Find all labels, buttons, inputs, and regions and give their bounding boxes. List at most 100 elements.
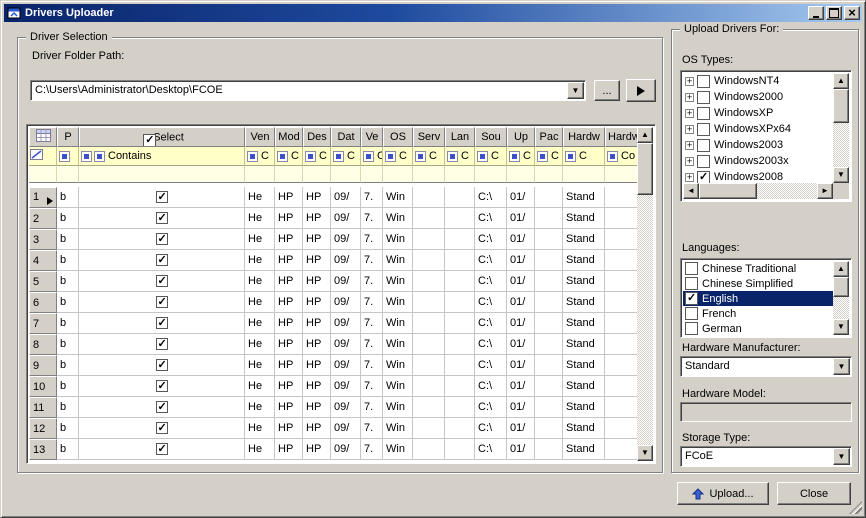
hardware-model-field[interactable] [680, 402, 852, 422]
row-header[interactable]: 9 [29, 355, 57, 376]
cell-sou[interactable]: C:\ [475, 376, 507, 397]
cell-des[interactable]: HP [303, 229, 331, 250]
cell-ven[interactable]: He [245, 418, 275, 439]
language-checkbox[interactable] [685, 322, 698, 335]
cell-ven[interactable]: He [245, 229, 275, 250]
column-header-hardw-2[interactable]: Hardw [605, 127, 638, 147]
cell-pac[interactable] [535, 292, 563, 313]
storage-type-combobox[interactable]: FCoE ▼ [680, 446, 852, 467]
cell-des[interactable]: HP [303, 250, 331, 271]
title-bar[interactable]: Drivers Uploader [4, 4, 862, 22]
cell-os[interactable]: Win [383, 376, 413, 397]
cell-select[interactable] [79, 313, 245, 334]
cell-hardw2[interactable] [605, 397, 638, 418]
cell-hardw2[interactable] [605, 187, 638, 208]
scroll-up-button[interactable]: ▲ [833, 261, 849, 277]
cell-p[interactable]: b [57, 250, 79, 271]
language-item[interactable]: English [683, 291, 833, 306]
column-header-ve[interactable]: Ve [361, 127, 383, 147]
cell-pac[interactable] [535, 187, 563, 208]
language-checkbox[interactable] [685, 292, 698, 305]
os-type-checkbox[interactable] [697, 155, 710, 168]
column-header-up[interactable]: Up [507, 127, 535, 147]
cell-mod[interactable]: HP [275, 229, 303, 250]
cell-os[interactable]: Win [383, 208, 413, 229]
cell-p[interactable]: b [57, 229, 79, 250]
grid-corner-button[interactable] [29, 127, 57, 147]
cell-des[interactable]: HP [303, 208, 331, 229]
cell-up[interactable]: 01/ [507, 334, 535, 355]
cell-hardw[interactable]: Stand [563, 439, 605, 460]
grid-row[interactable]: 5bHeHPHP09/7.WinC:\01/Stand [29, 271, 638, 292]
filter-icon[interactable] [565, 151, 576, 162]
cell-pac[interactable] [535, 250, 563, 271]
cell-select[interactable] [79, 376, 245, 397]
cell-ve[interactable]: 7. [361, 271, 383, 292]
os-list-horizontal-scrollbar[interactable]: ◄ ► [683, 183, 833, 199]
cell-lan[interactable] [445, 271, 475, 292]
scroll-down-button[interactable]: ▼ [637, 445, 653, 461]
cell-lan[interactable] [445, 397, 475, 418]
cell-mod[interactable]: HP [275, 292, 303, 313]
filter-icon[interactable] [277, 151, 288, 162]
cell-serv[interactable] [413, 271, 445, 292]
column-header-dat[interactable]: Dat [331, 127, 361, 147]
cell-lan[interactable] [445, 208, 475, 229]
cell-up[interactable]: 01/ [507, 418, 535, 439]
cell-dat[interactable]: 09/ [331, 187, 361, 208]
filter-cell-p[interactable] [57, 147, 79, 166]
grid-row[interactable]: 9bHeHPHP09/7.WinC:\01/Stand [29, 355, 638, 376]
cell-dat[interactable]: 09/ [331, 418, 361, 439]
cell-hardw2[interactable] [605, 334, 638, 355]
storage-dropdown-button[interactable]: ▼ [833, 448, 850, 465]
expand-icon[interactable]: + [685, 141, 694, 150]
cell-dat[interactable]: 09/ [331, 229, 361, 250]
cell-sou[interactable]: C:\ [475, 229, 507, 250]
cell-sou[interactable]: C:\ [475, 187, 507, 208]
filter-cell-serv[interactable]: C [413, 147, 445, 166]
grid-row[interactable]: 10bHeHPHP09/7.WinC:\01/Stand [29, 376, 638, 397]
cell-p[interactable]: b [57, 376, 79, 397]
cell-select[interactable] [79, 397, 245, 418]
cell-lan[interactable] [445, 313, 475, 334]
expand-icon[interactable]: + [685, 157, 694, 166]
cell-des[interactable]: HP [303, 355, 331, 376]
cell-sou[interactable]: C:\ [475, 313, 507, 334]
cell-ven[interactable]: He [245, 292, 275, 313]
grid-row[interactable]: 11bHeHPHP09/7.WinC:\01/Stand [29, 397, 638, 418]
filter-cell-pac[interactable]: C [535, 147, 563, 166]
select-all-checkbox[interactable] [143, 134, 156, 147]
filter-icon[interactable] [333, 151, 344, 162]
path-dropdown-button[interactable]: ▼ [567, 82, 584, 99]
filter-icon[interactable] [81, 151, 92, 162]
cell-dat[interactable]: 09/ [331, 334, 361, 355]
column-header-pac[interactable]: Pac [535, 127, 563, 147]
cell-dat[interactable]: 09/ [331, 271, 361, 292]
scrollbar-track[interactable] [637, 143, 653, 445]
cell-up[interactable]: 01/ [507, 271, 535, 292]
expand-icon[interactable]: + [685, 93, 694, 102]
cell-ven[interactable]: He [245, 313, 275, 334]
cell-lan[interactable] [445, 187, 475, 208]
grid-row[interactable]: 2bHeHPHP09/7.WinC:\01/Stand [29, 208, 638, 229]
cell-hardw[interactable]: Stand [563, 250, 605, 271]
row-header[interactable]: 7 [29, 313, 57, 334]
cell-serv[interactable] [413, 355, 445, 376]
cell-lan[interactable] [445, 376, 475, 397]
cell-ve[interactable]: 7. [361, 376, 383, 397]
cell-serv[interactable] [413, 313, 445, 334]
cell-sou[interactable]: C:\ [475, 334, 507, 355]
cell-select[interactable] [79, 418, 245, 439]
row-select-checkbox[interactable] [156, 191, 168, 203]
cell-os[interactable]: Win [383, 418, 413, 439]
language-item[interactable]: French [683, 306, 833, 321]
scrollbar-thumb[interactable] [699, 183, 757, 199]
os-type-item[interactable]: +Windows2003 [683, 137, 833, 153]
row-select-checkbox[interactable] [156, 233, 168, 245]
cell-dat[interactable]: 09/ [331, 292, 361, 313]
cell-os[interactable]: Win [383, 397, 413, 418]
cell-hardw2[interactable] [605, 250, 638, 271]
column-header-ven[interactable]: Ven [245, 127, 275, 147]
row-select-checkbox[interactable] [156, 380, 168, 392]
filter-cell-lan[interactable]: C [445, 147, 475, 166]
